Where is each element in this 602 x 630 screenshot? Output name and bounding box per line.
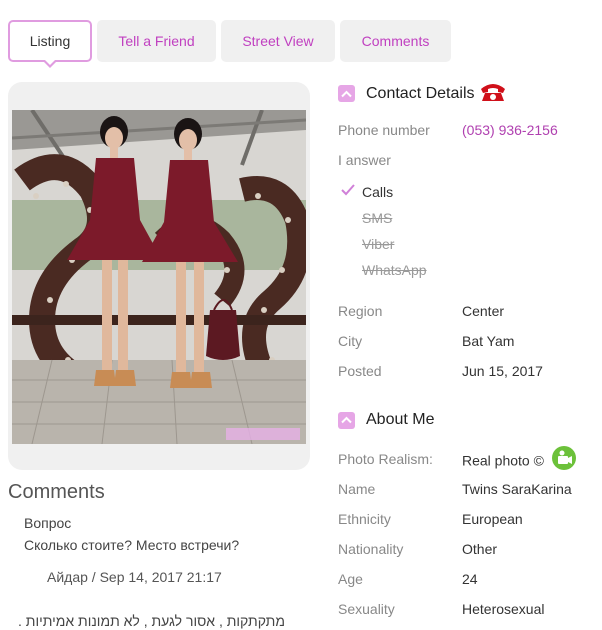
- name-label: Name: [338, 481, 376, 497]
- tab-tell-a-friend[interactable]: Tell a Friend: [97, 20, 216, 62]
- phone-label: Phone number: [338, 122, 430, 138]
- phone-link[interactable]: (053) 936-2156: [462, 122, 558, 138]
- city-row: City Bat Yam: [338, 333, 514, 349]
- comment-subject: Вопрос: [24, 515, 72, 531]
- posted-row: Posted Jun 15, 2017: [338, 363, 543, 379]
- sexuality-label: Sexuality: [338, 601, 395, 617]
- ethnicity-label: Ethnicity: [338, 511, 391, 527]
- tab-comments-label: Comments: [361, 33, 430, 49]
- tab-bar: Listing Tell a Friend Street View Commen…: [8, 20, 451, 68]
- name-row: Name Twins SaraKarina: [338, 481, 572, 497]
- photo-realism-value: Real photo ©: [462, 446, 576, 473]
- answer-whatsapp: WhatsApp: [362, 262, 427, 278]
- age-value: 24: [462, 571, 478, 587]
- ethnicity-value: European: [462, 511, 523, 527]
- photo-card: [8, 82, 310, 470]
- nationality-value: Other: [462, 541, 498, 557]
- listing-photo-image: [12, 110, 306, 444]
- chevron-up-icon: [338, 85, 355, 102]
- contact-details-title: Contact Details: [366, 84, 475, 102]
- city-value: Bat Yam: [462, 333, 515, 349]
- tab-listing[interactable]: Listing: [8, 20, 92, 68]
- posted-value: Jun 15, 2017: [462, 363, 543, 379]
- tab-comments[interactable]: Comments: [340, 20, 451, 62]
- name-value: Twins SaraKarina: [462, 481, 572, 497]
- answer-calls: Calls: [362, 184, 394, 200]
- posted-label: Posted: [338, 363, 382, 379]
- telephone-icon: [479, 81, 507, 106]
- nationality-row: Nationality Other: [338, 541, 497, 557]
- verified-camera-icon: [551, 446, 576, 473]
- region-label: Region: [338, 303, 383, 319]
- comments-heading: Comments: [8, 481, 105, 503]
- tab-street-view[interactable]: Street View: [221, 20, 335, 62]
- answer-label: I answer: [338, 152, 391, 168]
- region-value: Center: [462, 303, 505, 319]
- contact-details-header[interactable]: Contact Details: [338, 81, 507, 106]
- photo-realism-text: Real photo ©: [462, 452, 544, 469]
- tab-tell-a-friend-label: Tell a Friend: [118, 33, 195, 49]
- tab-street-view-label: Street View: [242, 33, 314, 49]
- answer-viber: Viber: [362, 236, 395, 252]
- answer-sms: SMS: [362, 210, 393, 226]
- nationality-label: Nationality: [338, 541, 404, 557]
- region-row: Region Center: [338, 303, 504, 319]
- comment-extra-text: מתקתקות , אסור לגעת , לא תמונות אמיתיות …: [18, 613, 285, 629]
- city-label: City: [338, 333, 363, 349]
- checkmark-icon: [341, 183, 355, 199]
- about-me-header[interactable]: About Me: [338, 411, 434, 429]
- chevron-up-icon: [338, 411, 355, 429]
- listing-photo[interactable]: [12, 110, 306, 444]
- phone-row: Phone number (053) 936-2156: [338, 122, 558, 138]
- ethnicity-row: Ethnicity European: [338, 511, 523, 527]
- age-row: Age 24: [338, 571, 478, 587]
- age-label: Age: [338, 571, 363, 587]
- about-me-title: About Me: [366, 411, 435, 428]
- photo-realism-row: Photo Realism: Real photo ©: [338, 446, 576, 473]
- comment-body: Сколько стоите? Место встречи?: [24, 537, 240, 553]
- tab-listing-label: Listing: [29, 33, 71, 49]
- comment-author-date: Айдар / Sep 14, 2017 21:17: [47, 569, 222, 585]
- sexuality-value: Heterosexual: [462, 601, 545, 617]
- sexuality-row: Sexuality Heterosexual: [338, 601, 545, 617]
- answer-row: I answer: [338, 152, 462, 168]
- photo-realism-label: Photo Realism:: [338, 451, 433, 467]
